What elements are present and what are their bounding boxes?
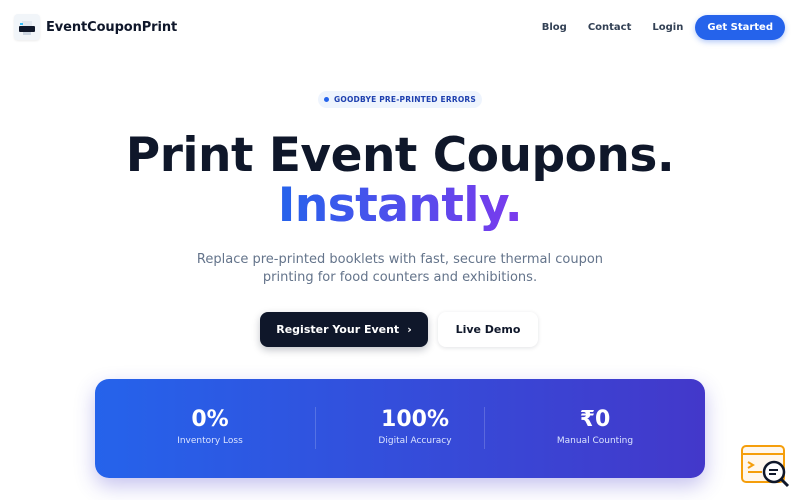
stat-label: Manual Counting (556, 436, 634, 446)
badge-text: GOODBYE PRE-PRINTED ERRORS (334, 95, 476, 104)
hero-title-line1: Print Event Coupons. (125, 128, 675, 183)
stat-label: Inventory Loss (177, 436, 243, 446)
stat-divider (484, 407, 485, 449)
chevron-right-icon: › (407, 323, 412, 336)
nav-links: Blog Contact Login Get Started (542, 15, 785, 40)
get-started-button[interactable]: Get Started (695, 15, 785, 40)
hero-cta-row: Register Your Event › Live Demo (260, 312, 538, 348)
stat-manual-counting: ₹0 Manual Counting (505, 406, 685, 446)
stat-value: 0% (191, 407, 229, 432)
hero-subtitle-line1: Replace pre-printed booklets with fast, … (196, 252, 604, 267)
stat-inventory-loss: 0% Inventory Loss (95, 406, 325, 446)
live-demo-label: Live Demo (455, 323, 521, 336)
stat-value: 100% (381, 407, 449, 432)
register-event-label: Register Your Event (276, 323, 400, 336)
stat-label: Digital Accuracy (378, 436, 452, 446)
live-demo-button[interactable]: Live Demo (438, 312, 538, 347)
register-event-button[interactable]: Register Your Event › (260, 312, 428, 347)
brand[interactable]: EventCouponPrint (14, 14, 178, 40)
floating-inspect-widget-icon[interactable] (740, 444, 792, 488)
stat-divider (315, 407, 316, 449)
hero-title-line2: Instantly. (0, 179, 800, 233)
stat-value: ₹0 (579, 407, 611, 432)
nav-link-contact[interactable]: Contact (588, 22, 632, 33)
hero-title-gradient-text: Instantly. (277, 178, 523, 233)
nav-link-blog[interactable]: Blog (542, 22, 567, 33)
top-navbar: EventCouponPrint Blog Contact Login Get … (0, 0, 800, 54)
brand-name: EventCouponPrint (46, 19, 178, 35)
hero-badge: GOODBYE PRE-PRINTED ERRORS (318, 91, 482, 108)
printer-logo-icon (14, 14, 40, 40)
hero-subtitle-line2: printing for food counters and exhibitio… (262, 270, 538, 285)
stat-digital-accuracy: 100% Digital Accuracy (325, 406, 505, 446)
stats-panel: 0% Inventory Loss 100% Digital Accuracy … (95, 379, 705, 478)
nav-link-login[interactable]: Login (652, 22, 683, 33)
badge-dot-icon (324, 97, 330, 102)
